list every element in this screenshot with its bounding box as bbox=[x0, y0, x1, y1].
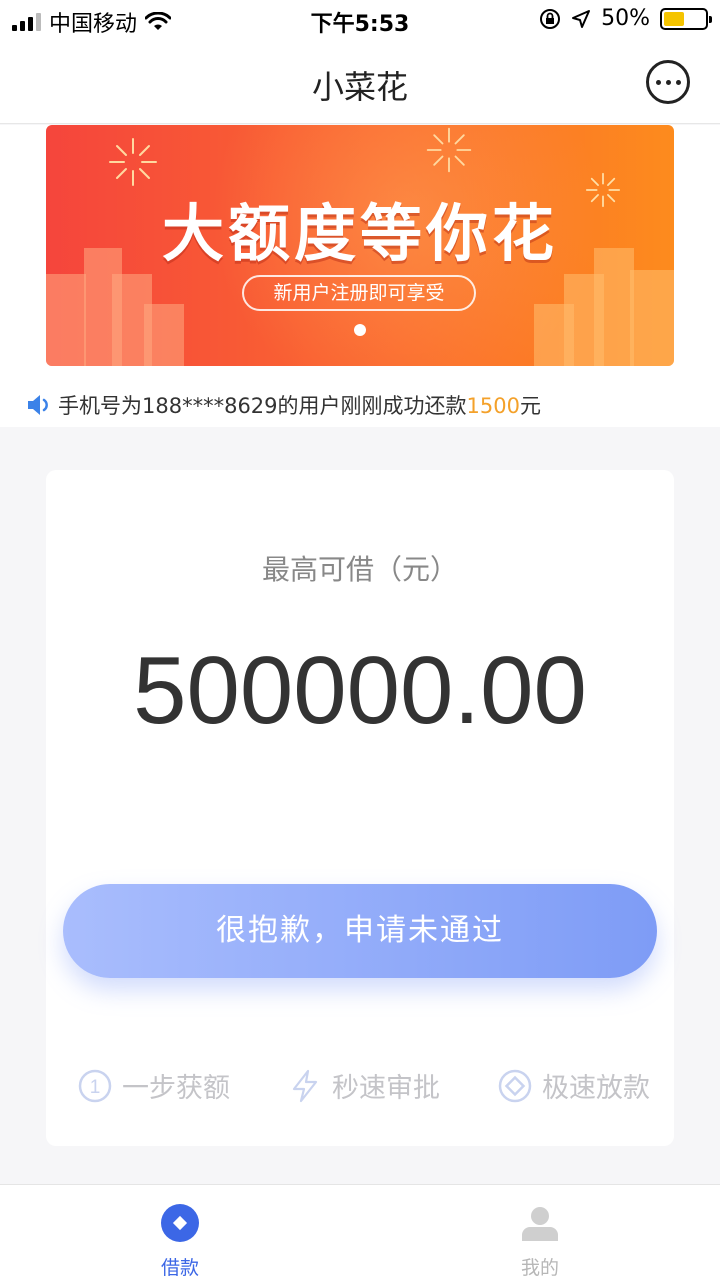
feature-list: 1 一步获额 秒速审批 极速放款 bbox=[46, 1066, 674, 1105]
repayment-notice: 手机号为188****8629的用户刚刚成功还款1500元 bbox=[0, 387, 720, 427]
max-borrow-label: 最高可借（元） bbox=[261, 553, 458, 586]
battery-percent: 50% bbox=[601, 6, 650, 31]
tab-label: 借款 bbox=[160, 1257, 199, 1279]
notice-text: 手机号为188****8629的用户刚刚成功还款1500元 bbox=[58, 390, 541, 420]
notice-prefix: 手机号为188****8629的用户刚刚成功还款 bbox=[58, 394, 467, 418]
firework-icon bbox=[109, 138, 157, 186]
diamond-icon bbox=[498, 1069, 532, 1102]
tab-label: 我的 bbox=[520, 1257, 559, 1279]
banner-subtitle: 新用户注册即可享受 bbox=[242, 275, 476, 311]
firework-icon bbox=[426, 127, 472, 173]
feature-label: 极速放款 bbox=[542, 1073, 650, 1104]
loan-card: 最高可借（元） 500000.00 很抱歉，申请未通过 1 一步获额 秒速审批 … bbox=[46, 470, 674, 1146]
orientation-lock-icon bbox=[540, 8, 561, 29]
banner-pagination-dot bbox=[354, 324, 366, 336]
tab-profile[interactable]: 我的 bbox=[360, 1185, 720, 1280]
notice-amount: 1500 bbox=[466, 394, 520, 418]
feature-item: 1 一步获额 bbox=[78, 1066, 230, 1105]
svg-text:1: 1 bbox=[90, 1077, 101, 1098]
max-borrow-amount: 500000.00 bbox=[133, 637, 587, 744]
tab-bar: 借款 我的 bbox=[0, 1184, 720, 1280]
feature-label: 秒速审批 bbox=[332, 1073, 440, 1104]
battery-icon bbox=[660, 7, 712, 30]
nav-bar: 小菜花 bbox=[0, 40, 720, 124]
feature-item: 极速放款 bbox=[498, 1066, 650, 1105]
loan-diamond-icon bbox=[161, 1204, 199, 1242]
profile-icon bbox=[522, 1207, 558, 1241]
banner-section: 大额度等你花 新用户注册即可享受 bbox=[0, 125, 720, 387]
status-right: 50% bbox=[539, 6, 712, 31]
lightning-icon bbox=[292, 1069, 318, 1102]
feature-label: 一步获额 bbox=[122, 1073, 230, 1104]
notice-suffix: 元 bbox=[519, 394, 541, 418]
step-one-icon: 1 bbox=[78, 1069, 112, 1102]
more-dots-icon[interactable] bbox=[646, 60, 690, 104]
promo-banner[interactable]: 大额度等你花 新用户注册即可享受 bbox=[46, 125, 674, 366]
feature-item: 秒速审批 bbox=[288, 1066, 440, 1105]
application-status-button[interactable]: 很抱歉，申请未通过 bbox=[63, 884, 657, 978]
tab-loan[interactable]: 借款 bbox=[0, 1185, 360, 1280]
page-title: 小菜花 bbox=[311, 68, 408, 106]
status-bar: 中国移动 下午5:53 50% bbox=[0, 0, 720, 40]
location-arrow-icon bbox=[572, 9, 591, 28]
speaker-icon bbox=[28, 395, 48, 415]
battery-level bbox=[664, 11, 684, 26]
banner-title: 大额度等你花 bbox=[161, 197, 558, 270]
